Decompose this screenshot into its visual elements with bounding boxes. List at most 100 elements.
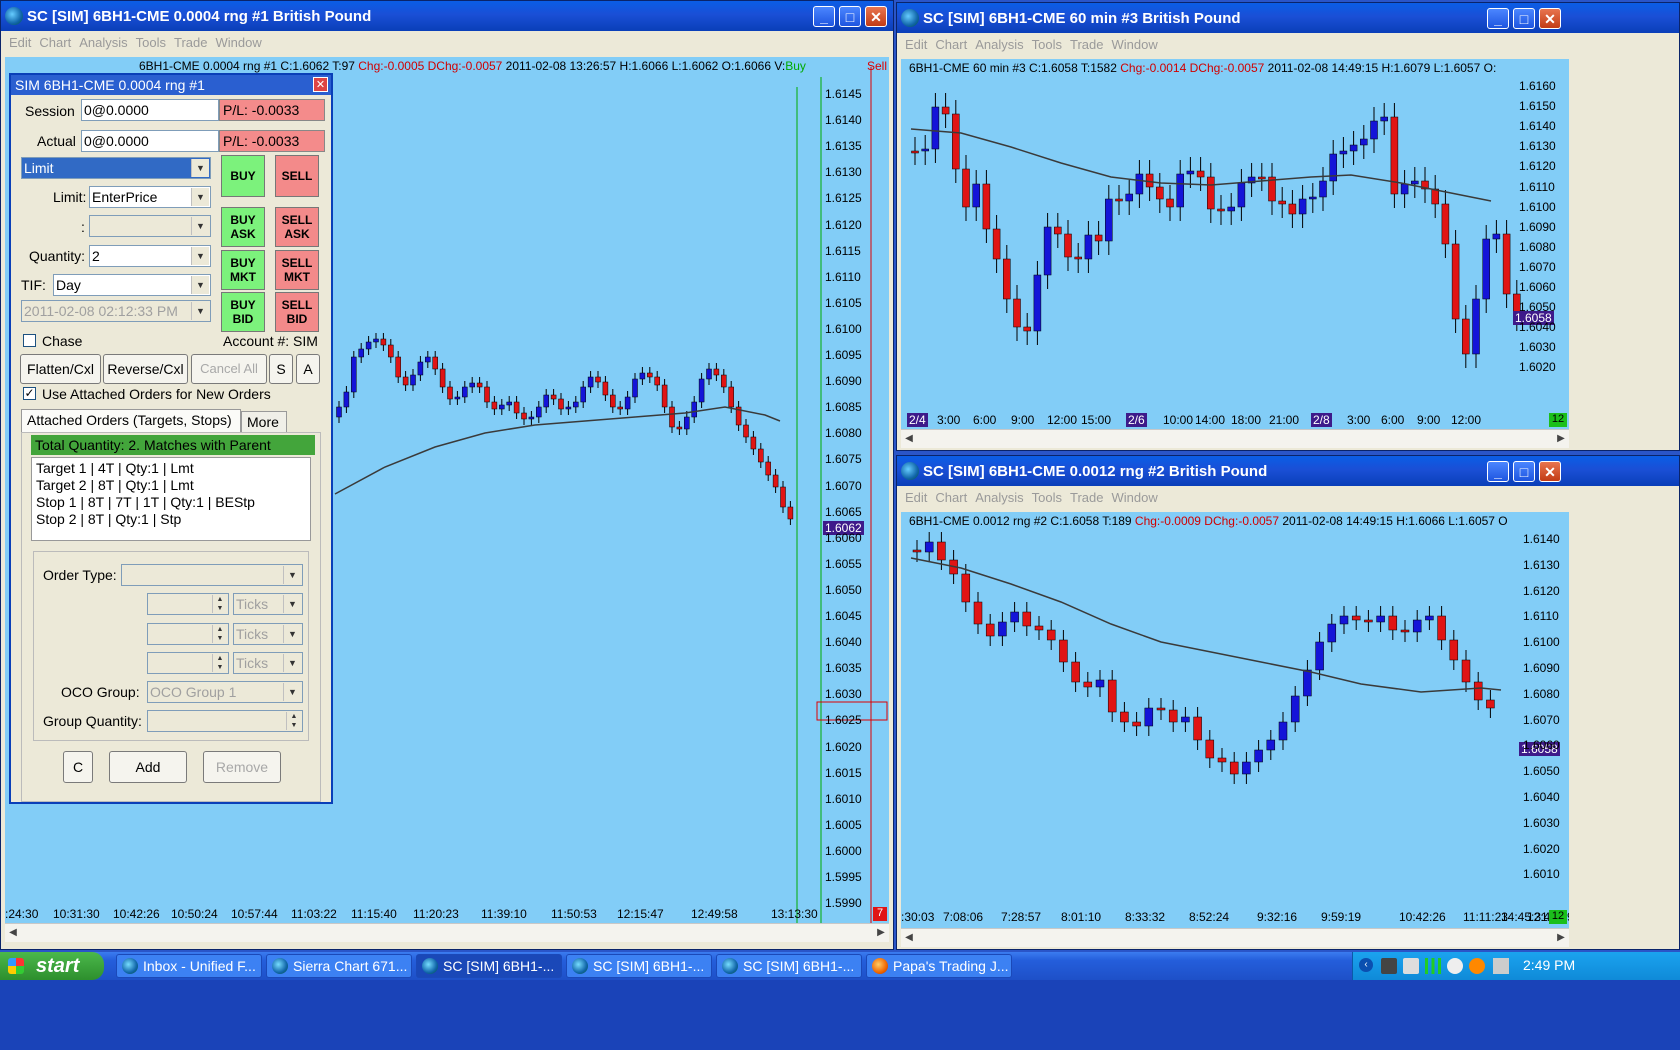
candlestick-chart[interactable] (901, 59, 1569, 429)
list-item[interactable]: Stop 1 | 8T | 7T | 1T | Qty:1 | BEStp (36, 494, 306, 511)
chevron-down-icon[interactable]: ▼ (191, 247, 209, 265)
tray-app-icon[interactable] (1493, 958, 1509, 974)
start-button[interactable]: start (0, 952, 104, 980)
minimize-icon[interactable]: _ (813, 6, 835, 27)
scroll-right-icon[interactable]: ▶ (1553, 930, 1569, 946)
buy-ask-button[interactable]: BUY ASK (221, 207, 265, 247)
order-type-select[interactable]: Limit ▼ (21, 157, 211, 179)
menu-edit[interactable]: Edit (905, 37, 927, 52)
title-bar[interactable]: SC [SIM] 6BH1-CME 0.0004 rng #1 British … (1, 1, 893, 31)
taskbar-item-sierra-chart[interactable]: Sierra Chart 671... (266, 954, 412, 978)
menu-tools[interactable]: Tools (1032, 37, 1062, 52)
price-tick-label: 1.6090 (1519, 219, 1556, 234)
close-icon[interactable]: ✕ (1539, 461, 1561, 482)
chart-area[interactable]: 6BH1-CME 0.0012 rng #2 C:1.6058 T:189 Ch… (901, 512, 1569, 928)
sell-ask-button[interactable]: SELL ASK (275, 207, 319, 247)
scroll-left-icon[interactable]: ◀ (901, 930, 917, 946)
close-icon[interactable]: ✕ (865, 6, 887, 27)
chevron-down-icon[interactable]: ▼ (191, 159, 209, 177)
horizontal-scrollbar[interactable]: ◀ ▶ (5, 923, 889, 942)
taskbar-item-chart-2[interactable]: SC [SIM] 6BH1-... (566, 954, 712, 978)
menu-trade[interactable]: Trade (1070, 37, 1103, 52)
volume-icon[interactable] (1403, 958, 1419, 974)
maximize-icon[interactable]: □ (1513, 8, 1535, 29)
menu-chart[interactable]: Chart (935, 37, 967, 52)
menu-analysis[interactable]: Analysis (79, 35, 127, 50)
buy-button[interactable]: BUY (221, 155, 265, 197)
scroll-right-icon[interactable]: ▶ (873, 925, 889, 941)
limit-select[interactable]: EnterPrice ▼ (89, 186, 211, 208)
menu-trade[interactable]: Trade (174, 35, 207, 50)
use-attached-orders-checkbox[interactable]: ✓ (23, 387, 36, 400)
menu-analysis[interactable]: Analysis (975, 490, 1023, 505)
price-tick-label: 1.6030 (1519, 340, 1556, 355)
horizontal-scrollbar[interactable]: ◀ ▶ (901, 429, 1569, 448)
close-icon[interactable]: ✕ (313, 77, 328, 92)
scroll-left-icon[interactable]: ◀ (5, 925, 21, 941)
taskbar-item-trading-journal[interactable]: Papa's Trading J... (866, 954, 1012, 978)
menu-tools[interactable]: Tools (136, 35, 166, 50)
candle-body (1059, 639, 1068, 663)
maximize-icon[interactable]: □ (839, 6, 861, 27)
scroll-right-icon[interactable]: ▶ (1553, 431, 1569, 447)
menu-edit[interactable]: Edit (9, 35, 31, 50)
tray-app-icon[interactable] (1447, 958, 1463, 974)
chart-area[interactable]: 6BH1-CME 60 min #3 C:1.6058 T:1582 Chg:-… (901, 59, 1569, 429)
close-icon[interactable]: ✕ (1539, 8, 1561, 29)
taskbar-item-chart-3[interactable]: SC [SIM] 6BH1-... (716, 954, 862, 978)
tif-label: TIF: (21, 277, 46, 293)
menu-window[interactable]: Window (1111, 490, 1157, 505)
chevron-down-icon[interactable]: ▼ (191, 276, 209, 294)
candlestick-chart[interactable] (901, 512, 1569, 928)
tab-attached-orders[interactable]: Attached Orders (Targets, Stops) (21, 409, 241, 433)
reverse-cancel-button[interactable]: Reverse/Cxl (103, 354, 188, 384)
a-button[interactable]: A (296, 354, 320, 384)
minimize-icon[interactable]: _ (1487, 8, 1509, 29)
menu-chart[interactable]: Chart (935, 490, 967, 505)
scroll-left-icon[interactable]: ◀ (901, 431, 917, 447)
chase-checkbox[interactable] (23, 334, 36, 347)
sell-market-button[interactable]: SELL MKT (275, 250, 319, 290)
menu-trade[interactable]: Trade (1070, 490, 1103, 505)
s-button[interactable]: S (269, 354, 293, 384)
price-tick-label: 1.6030 (1523, 815, 1560, 830)
menu-edit[interactable]: Edit (905, 490, 927, 505)
candle-body (743, 424, 749, 438)
taskbar-item-inbox[interactable]: Inbox - Unified F... (116, 954, 262, 978)
candle-body (1400, 629, 1410, 633)
menu-analysis[interactable]: Analysis (975, 37, 1023, 52)
time-tick-label: 11:39:10 (481, 907, 527, 921)
quantity-field[interactable]: 2 ▼ (89, 245, 211, 267)
list-item[interactable]: Target 1 | 4T | Qty:1 | Lmt (36, 460, 306, 477)
title-bar[interactable]: SC [SIM] 6BH1-CME 0.0012 rng #2 British … (897, 456, 1679, 486)
maximize-icon[interactable]: □ (1513, 461, 1535, 482)
buy-bid-button[interactable]: BUY BID (221, 292, 265, 332)
signal-icon[interactable] (1425, 958, 1441, 974)
candle-body (1115, 198, 1123, 202)
clear-button[interactable]: C (63, 751, 93, 783)
menu-window[interactable]: Window (1111, 37, 1157, 52)
menu-tools[interactable]: Tools (1032, 490, 1062, 505)
title-bar[interactable]: SC [SIM] 6BH1-CME 60 min #3 British Poun… (897, 3, 1679, 33)
add-button[interactable]: Add (109, 751, 187, 783)
menu-chart[interactable]: Chart (39, 35, 71, 50)
minimize-icon[interactable]: _ (1487, 461, 1509, 482)
chevron-left-icon[interactable]: ‹ (1359, 958, 1373, 972)
sell-button[interactable]: SELL (275, 155, 319, 197)
sell-bid-button[interactable]: SELL BID (275, 292, 319, 332)
list-item[interactable]: Target 2 | 8T | Qty:1 | Lmt (36, 477, 306, 494)
attached-orders-list[interactable]: Target 1 | 4T | Qty:1 | Lmt Target 2 | 8… (31, 457, 311, 541)
taskbar-item-chart-1[interactable]: SC [SIM] 6BH1-... (416, 954, 562, 978)
tab-more[interactable]: More (241, 411, 287, 433)
tif-select[interactable]: Day ▼ (53, 274, 211, 296)
tray-app-icon[interactable] (1469, 958, 1485, 974)
flatten-cancel-button[interactable]: Flatten/Cxl (20, 354, 101, 384)
horizontal-scrollbar[interactable]: ◀ ▶ (901, 928, 1569, 947)
menu-window[interactable]: Window (215, 35, 261, 50)
candle-body (1094, 234, 1103, 242)
list-item[interactable]: Stop 2 | 8T | Qty:1 | Stp (36, 511, 306, 528)
chevron-down-icon[interactable]: ▼ (191, 188, 209, 206)
clock[interactable]: 2:49 PM (1523, 957, 1575, 973)
network-icon[interactable] (1381, 958, 1397, 974)
buy-market-button[interactable]: BUY MKT (221, 250, 265, 290)
